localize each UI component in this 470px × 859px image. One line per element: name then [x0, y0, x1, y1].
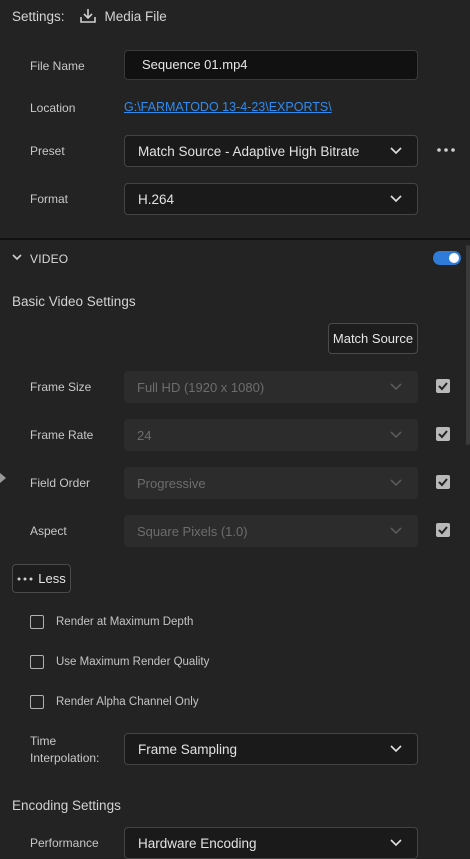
format-select[interactable]: H.264: [124, 183, 418, 215]
performance-label: Performance: [30, 836, 99, 850]
checkmark-icon: [438, 382, 448, 391]
max-render-quality-label: Use Maximum Render Quality: [56, 656, 210, 668]
chevron-down-icon: [390, 147, 402, 155]
basic-video-settings-title: Basic Video Settings: [12, 294, 136, 309]
field-order-value: Progressive: [137, 475, 206, 491]
ellipsis-icon: [17, 577, 33, 580]
performance-select[interactable]: Hardware Encoding: [124, 827, 418, 859]
chevron-down-icon: [390, 527, 402, 535]
panel-expand-handle-icon[interactable]: [0, 473, 6, 483]
chevron-down-icon: [390, 383, 402, 391]
field-order-label: Field Order: [30, 476, 91, 490]
settings-label: Settings:: [12, 8, 65, 24]
checkmark-icon: [438, 430, 448, 439]
time-interpolation-value: Frame Sampling: [138, 741, 238, 757]
frame-size-label: Frame Size: [30, 380, 92, 394]
more-options-icon[interactable]: [436, 142, 456, 158]
render-max-depth-checkbox[interactable]: [30, 615, 44, 629]
preset-value: Match Source - Adaptive High Bitrate: [138, 143, 360, 159]
time-interpolation-label-line2: Interpolation:: [30, 751, 100, 765]
scrollbar-thumb[interactable]: [466, 245, 470, 445]
frame-rate-label: Frame Rate: [30, 428, 94, 442]
preset-label: Preset: [30, 144, 65, 158]
toggle-knob: [449, 253, 459, 263]
less-button[interactable]: Less: [12, 564, 71, 593]
checkmark-icon: [438, 526, 448, 535]
aspect-value: Square Pixels (1.0): [137, 523, 248, 539]
performance-value: Hardware Encoding: [138, 835, 257, 851]
video-section-title[interactable]: VIDEO: [30, 252, 68, 266]
frame-rate-value: 24: [137, 427, 152, 443]
chevron-down-icon: [390, 195, 402, 203]
aspect-checkbox[interactable]: [436, 523, 450, 537]
less-label: Less: [38, 571, 66, 586]
location-label: Location: [30, 101, 76, 115]
alpha-only-label: Render Alpha Channel Only: [56, 696, 199, 708]
render-max-depth-label: Render at Maximum Depth: [56, 616, 194, 628]
download-icon: [79, 9, 96, 23]
time-interpolation-label: Time Interpolation:: [30, 733, 99, 767]
chevron-down-icon: [390, 479, 402, 487]
field-order-checkbox[interactable]: [436, 475, 450, 489]
frame-size-value: Full HD (1920 x 1080): [137, 379, 265, 395]
settings-header: Settings: Media File: [12, 8, 167, 24]
section-divider: [0, 238, 470, 240]
aspect-select[interactable]: Square Pixels (1.0): [124, 515, 418, 547]
media-file-title: Media File: [104, 8, 167, 24]
collapse-chevron-icon[interactable]: [12, 254, 22, 261]
location-link[interactable]: G:\FARMATODO 13-4-23\EXPORTS\: [124, 100, 332, 114]
checkmark-icon: [438, 478, 448, 487]
chevron-down-icon: [390, 745, 402, 753]
video-toggle[interactable]: [433, 251, 461, 265]
chevron-down-icon: [390, 431, 402, 439]
frame-rate-select[interactable]: 24: [124, 419, 418, 451]
encoding-settings-title: Encoding Settings: [12, 798, 121, 813]
preset-select[interactable]: Match Source - Adaptive High Bitrate: [124, 135, 418, 167]
alpha-only-checkbox[interactable]: [30, 695, 44, 709]
frame-size-select[interactable]: Full HD (1920 x 1080): [124, 371, 418, 403]
chevron-down-icon: [390, 839, 402, 847]
frame-size-checkbox[interactable]: [436, 379, 450, 393]
aspect-label: Aspect: [30, 524, 67, 538]
format-value: H.264: [138, 191, 175, 207]
max-render-quality-checkbox[interactable]: [30, 655, 44, 669]
field-order-select[interactable]: Progressive: [124, 467, 418, 499]
format-label: Format: [30, 192, 69, 206]
time-interpolation-label-line1: Time: [30, 734, 57, 748]
time-interpolation-select[interactable]: Frame Sampling: [124, 733, 418, 765]
file-name-label: File Name: [30, 59, 85, 73]
file-name-input[interactable]: Sequence 01.mp4: [124, 50, 418, 80]
match-source-button[interactable]: Match Source: [328, 323, 418, 354]
frame-rate-checkbox[interactable]: [436, 427, 450, 441]
